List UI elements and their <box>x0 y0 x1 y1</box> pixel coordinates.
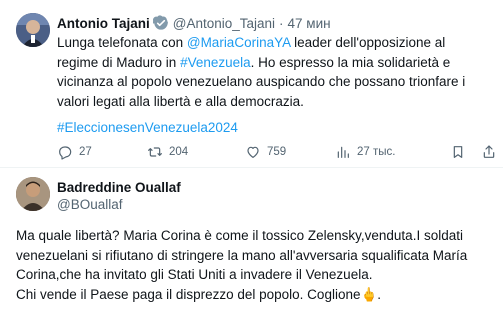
reply-text-part: . <box>377 286 382 302</box>
verified-badge-icon <box>152 15 169 31</box>
views-chart-icon <box>337 146 349 158</box>
hashtag-link[interactable]: #Venezuela <box>180 55 251 70</box>
tweet-main[interactable]: Antonio Tajani @Antonio_Tajani · 47 мин … <box>0 0 503 167</box>
reply-avatar[interactable] <box>16 177 50 211</box>
like-count: 759 <box>267 146 287 158</box>
timestamp[interactable]: 47 мин <box>288 16 331 31</box>
reply-count: 27 <box>79 146 92 158</box>
views-button[interactable]: 27 тыс. <box>335 141 395 163</box>
share-button[interactable] <box>481 141 503 163</box>
share-icon <box>483 145 495 158</box>
reply-author-handle[interactable]: @BOuallaf <box>57 197 122 212</box>
separator-dot: · <box>279 15 284 31</box>
repost-icon <box>148 147 162 157</box>
reply-text: Ma quale libertà? Maria Corina è come il… <box>16 226 496 304</box>
author-name[interactable]: Antonio Tajani <box>57 16 150 31</box>
hashtag-link[interactable]: #EleccionesenVenezuela2024 <box>57 120 238 135</box>
reply-text-line: Chi vende il Paese paga il disprezzo del… <box>16 285 496 305</box>
reply-icon <box>59 146 72 160</box>
middle-finger-emoji: 🖕 <box>360 286 378 302</box>
tweet-text-part: Lunga telefonata con <box>57 35 187 50</box>
bookmark-button[interactable] <box>450 141 472 163</box>
tweet-header: Antonio Tajani @Antonio_Tajani · 47 мин <box>57 13 331 33</box>
reply-author-name[interactable]: Badreddine Ouallaf <box>57 180 181 195</box>
avatar[interactable] <box>16 13 50 47</box>
tweet-text: Lunga telefonata con @MariaCorinaYA lead… <box>57 33 487 111</box>
author-handle[interactable]: @Antonio_Tajani <box>173 16 275 31</box>
tweet-actions: 27 204 759 27 тыс. <box>57 141 497 163</box>
repost-button[interactable]: 204 <box>147 141 188 163</box>
reply-text-line: Ma quale libertà? Maria Corina è come il… <box>16 228 468 282</box>
mention-link[interactable]: @MariaCorinaYA <box>187 35 291 50</box>
like-button[interactable]: 759 <box>245 141 286 163</box>
reply-button[interactable]: 27 <box>57 141 92 163</box>
heart-icon <box>247 146 259 158</box>
repost-count: 204 <box>169 146 189 158</box>
tweet-divider <box>0 167 503 168</box>
views-count: 27 тыс. <box>357 146 396 158</box>
bookmark-icon <box>453 146 463 158</box>
reply-text-part: Chi vende il Paese paga il disprezzo del… <box>16 286 361 302</box>
